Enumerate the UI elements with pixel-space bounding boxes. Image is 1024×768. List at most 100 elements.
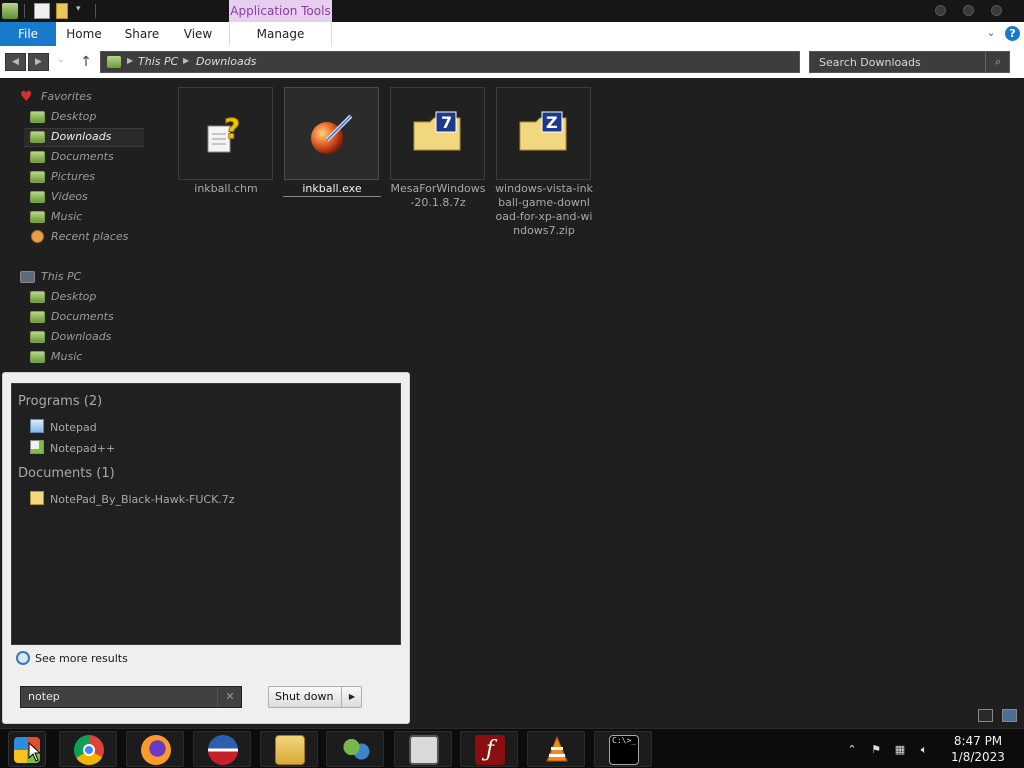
- documents-icon: [30, 151, 45, 163]
- music-icon: [30, 211, 45, 223]
- taskbar-vlc[interactable]: [527, 731, 585, 767]
- file-name-vista-inkball-zip[interactable]: windows-vista-inkball-game-download-for-…: [495, 182, 593, 238]
- properties-icon[interactable]: [34, 3, 50, 19]
- back-button[interactable]: ◀: [5, 53, 26, 71]
- program-result-notepad-plus-plus[interactable]: Notepad++: [50, 442, 115, 455]
- details-view-icon[interactable]: [978, 709, 993, 722]
- recent-locations-icon[interactable]: ⌄: [57, 55, 65, 65]
- file-name-inkball-chm[interactable]: inkball.chm: [177, 182, 275, 196]
- search-icon: [16, 651, 30, 665]
- desktop-icon: [30, 291, 45, 303]
- file-tile-inkball-exe[interactable]: [284, 87, 379, 180]
- forward-button[interactable]: ▶: [28, 53, 49, 71]
- search-input[interactable]: Search Downloads ⌕: [809, 51, 1010, 73]
- file-tile-mesa-7z[interactable]: 7: [390, 87, 485, 180]
- breadcrumb-downloads[interactable]: Downloads: [196, 55, 256, 68]
- downloads-icon: [30, 331, 45, 343]
- window-app-icon: [409, 735, 439, 765]
- shutdown-options-arrow-icon[interactable]: ▶: [341, 687, 362, 707]
- taskbar: ƒ C:\>_ ⌃ ⚑ ▦ 🔈︎ 8:47 PM 1/8/2023: [0, 728, 1024, 768]
- address-bar[interactable]: ▶ This PC ▶ Downloads ⟳: [100, 51, 893, 73]
- nav-fav-desktop[interactable]: Desktop: [51, 108, 96, 126]
- minimize-button[interactable]: [935, 5, 946, 16]
- network-icon[interactable]: ▦: [893, 743, 907, 757]
- maximize-button[interactable]: [963, 5, 974, 16]
- start-menu: Programs (2) Notepad Notepad++ Documents…: [2, 372, 410, 724]
- flash-icon: ƒ: [475, 735, 505, 765]
- show-hidden-icons-icon[interactable]: ⌃: [845, 743, 859, 757]
- music-icon: [30, 351, 45, 363]
- breadcrumb-this-pc[interactable]: This PC: [138, 55, 178, 68]
- taskbar-globe-app[interactable]: [193, 731, 251, 767]
- nav-fav-recent-places[interactable]: Recent places: [51, 228, 128, 246]
- nav-fav-pictures[interactable]: Pictures: [51, 168, 95, 186]
- tab-manage[interactable]: Manage: [229, 22, 332, 46]
- program-result-notepad[interactable]: Notepad: [50, 421, 97, 434]
- 7z-archive-icon: [30, 491, 44, 505]
- taskbar-chrome[interactable]: [59, 731, 117, 767]
- tab-home[interactable]: Home: [62, 22, 106, 46]
- start-search-input[interactable]: notep ✕: [20, 686, 242, 708]
- taskbar-firefox[interactable]: [126, 731, 184, 767]
- nav-favorites-header[interactable]: Favorites: [41, 88, 92, 106]
- taskbar-app-window[interactable]: [394, 731, 452, 767]
- up-button[interactable]: ↑: [78, 53, 94, 71]
- quick-access-dropdown-icon[interactable]: ▾: [76, 4, 81, 14]
- see-more-results-link[interactable]: See more results: [35, 652, 128, 665]
- nav-fav-music[interactable]: Music: [51, 208, 82, 226]
- ribbon-tabs: File Home Share View Manage ⌄ ?: [0, 22, 1024, 46]
- nav-fav-documents[interactable]: Documents: [51, 148, 114, 166]
- nav-fav-downloads[interactable]: Downloads: [51, 128, 111, 146]
- taskbar-command-prompt[interactable]: C:\>_: [594, 731, 652, 767]
- action-center-flag-icon[interactable]: ⚑: [869, 743, 883, 757]
- system-clock[interactable]: 8:47 PM 1/8/2023: [942, 733, 1014, 765]
- firefox-icon: [141, 735, 171, 765]
- folder-app-icon[interactable]: [2, 3, 18, 19]
- tab-file[interactable]: File: [0, 22, 56, 46]
- breadcrumb-arrow-icon: ▶: [183, 56, 190, 65]
- shutdown-label: Shut down: [275, 690, 334, 703]
- mouse-cursor-icon: [28, 742, 42, 762]
- file-name-inkball-exe[interactable]: inkball.exe: [283, 182, 381, 197]
- document-result-notepad-7z[interactable]: NotePad_By_Black-Hawk-FUCK.7z: [50, 493, 235, 506]
- application-tools-label: Application Tools: [229, 0, 332, 22]
- documents-heading: Documents (1): [18, 466, 115, 481]
- nav-fav-videos[interactable]: Videos: [51, 188, 88, 206]
- clock-time: 8:47 PM: [953, 734, 1003, 748]
- videos-icon: [30, 191, 45, 203]
- nav-pc-downloads[interactable]: Downloads: [51, 328, 111, 346]
- clear-search-icon[interactable]: ✕: [217, 687, 242, 707]
- file-name-mesa-7z[interactable]: MesaForWindows-20.1.8.7z: [389, 182, 487, 210]
- nav-this-pc-header[interactable]: This PC: [41, 268, 81, 286]
- favorites-heart-icon: ♥: [20, 89, 33, 105]
- close-button[interactable]: [991, 5, 1002, 16]
- programs-heading: Programs (2): [18, 394, 103, 409]
- volume-icon[interactable]: 🔈︎: [917, 743, 931, 757]
- taskbar-control-panel[interactable]: [326, 731, 384, 767]
- recent-places-icon: [31, 230, 44, 243]
- divider: [24, 4, 25, 18]
- search-icon[interactable]: ⌕: [985, 52, 1010, 72]
- expand-ribbon-icon[interactable]: ⌄: [984, 26, 998, 40]
- address-folder-icon: [107, 56, 121, 68]
- nav-pc-documents[interactable]: Documents: [51, 308, 114, 326]
- chrome-icon: [74, 735, 104, 765]
- taskbar-flash[interactable]: ƒ: [460, 731, 518, 767]
- title-bar: ▾ Application Tools: [0, 0, 1024, 22]
- command-prompt-icon: C:\>_: [609, 735, 639, 765]
- file-tile-vista-inkball-zip[interactable]: Z: [496, 87, 591, 180]
- downloads-icon: [30, 131, 45, 143]
- new-folder-icon[interactable]: [56, 3, 68, 19]
- help-icon[interactable]: ?: [1005, 26, 1020, 41]
- people-settings-icon: [341, 735, 371, 765]
- desktop-icon: [30, 111, 45, 123]
- taskbar-file-explorer[interactable]: [260, 731, 318, 767]
- nav-pc-desktop[interactable]: Desktop: [51, 288, 96, 306]
- file-tile-inkball-chm[interactable]: ?: [178, 87, 273, 180]
- pictures-icon: [30, 171, 45, 183]
- shutdown-button[interactable]: Shut down ▶: [268, 686, 362, 708]
- nav-pc-music[interactable]: Music: [51, 348, 82, 366]
- tab-view[interactable]: View: [178, 22, 218, 46]
- tab-share[interactable]: Share: [120, 22, 164, 46]
- large-icons-view-icon[interactable]: [1002, 709, 1017, 722]
